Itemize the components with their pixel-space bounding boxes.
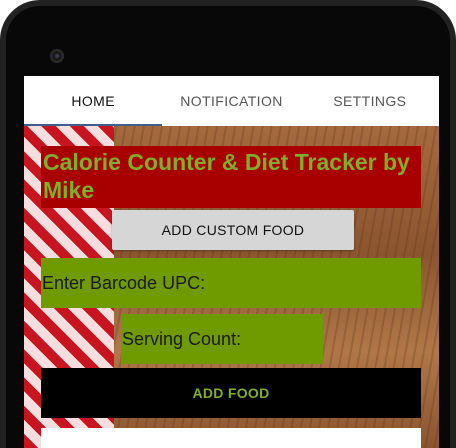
tab-home[interactable]: HOME (24, 76, 163, 126)
phone-frame: HOME NOTIFICATION SETTINGS Calorie Count… (0, 0, 456, 448)
add-food-button[interactable]: ADD FOOD (41, 368, 421, 418)
home-content: Calorie Counter & Diet Tracker by Mike A… (24, 126, 439, 448)
tab-bar: HOME NOTIFICATION SETTINGS (24, 76, 439, 126)
app-title: Calorie Counter & Diet Tracker by Mike (41, 146, 421, 208)
barcode-input[interactable]: Enter Barcode UPC: (41, 258, 421, 308)
tab-settings[interactable]: SETTINGS (301, 76, 439, 126)
add-custom-food-button[interactable]: ADD CUSTOM FOOD (112, 210, 354, 250)
food-list-area (41, 428, 421, 448)
tab-notification[interactable]: NOTIFICATION (162, 76, 300, 126)
app-screen: HOME NOTIFICATION SETTINGS Calorie Count… (24, 76, 439, 448)
serving-count-input[interactable]: Serving Count: (121, 314, 323, 364)
front-camera-icon (50, 49, 64, 63)
